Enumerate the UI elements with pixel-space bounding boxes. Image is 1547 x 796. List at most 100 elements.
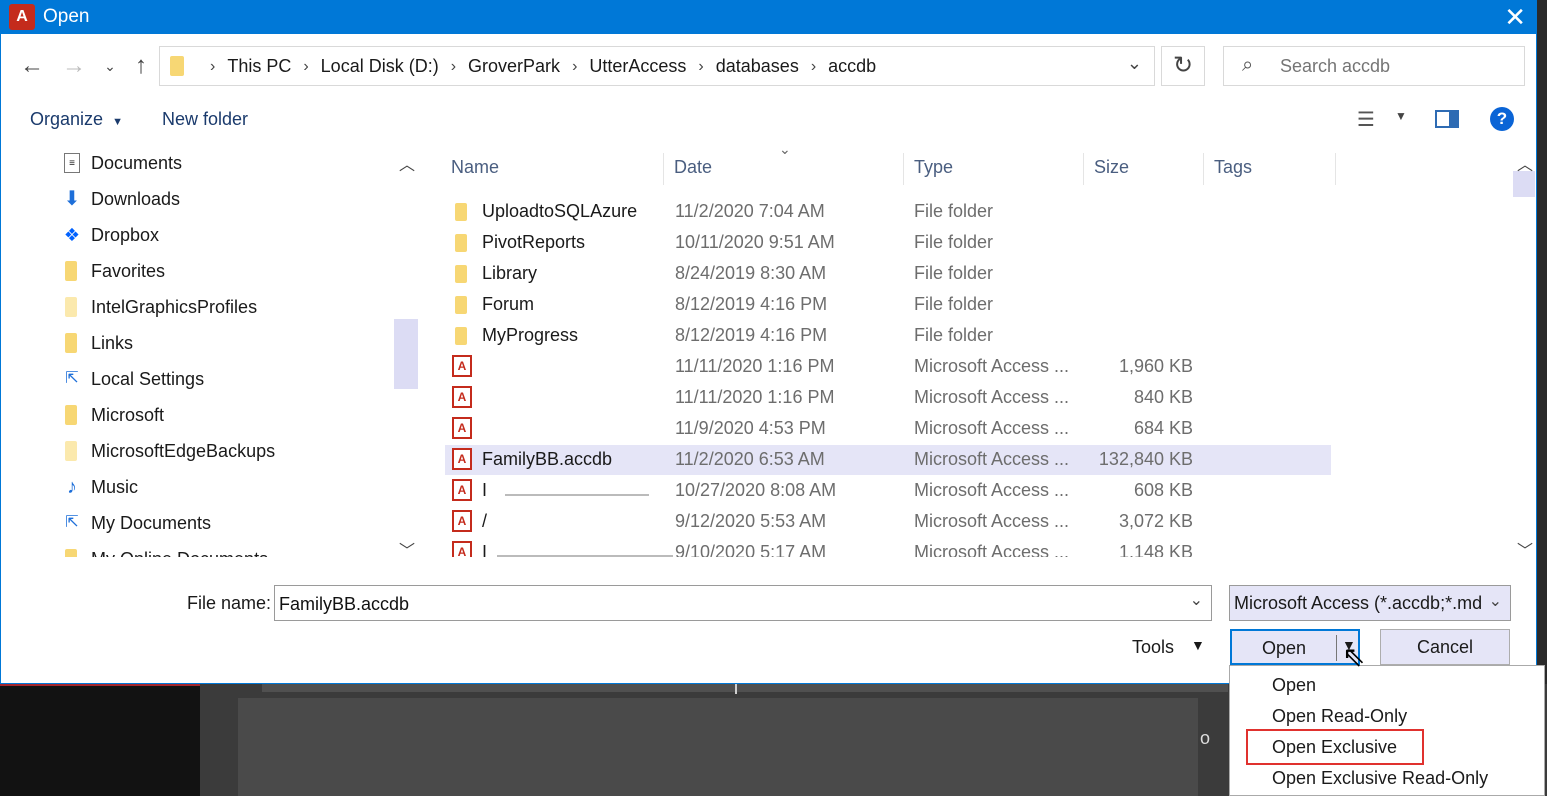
- table-row[interactable]: MyProgress 8/12/2019 4:16 PM File folder: [445, 321, 1331, 351]
- chevron-right-icon[interactable]: ›: [572, 58, 577, 76]
- table-row[interactable]: A 11/11/2020 1:16 PM Microsoft Access ..…: [445, 383, 1331, 413]
- column-header-type[interactable]: Type: [914, 157, 953, 178]
- search-input[interactable]: [1280, 54, 1510, 78]
- close-icon[interactable]: ✕: [1504, 3, 1526, 31]
- cancel-button[interactable]: Cancel: [1380, 629, 1510, 665]
- window-title: Open: [43, 6, 90, 27]
- access-file-icon: A: [452, 448, 472, 470]
- chevron-down-icon[interactable]: ⌄: [1190, 590, 1203, 610]
- file-name-label: File name:: [187, 593, 272, 613]
- chevron-right-icon[interactable]: ›: [303, 58, 308, 76]
- breadcrumb-item[interactable]: Local Disk (D:): [321, 56, 439, 77]
- table-row[interactable]: A / 9/12/2020 5:53 AM Microsoft Access .…: [445, 507, 1331, 537]
- folder-icon: [65, 333, 77, 353]
- breadcrumb-item[interactable]: GroverPark: [468, 56, 560, 77]
- nav-scrollbar-thumb[interactable]: [394, 319, 418, 389]
- nav-item-downloads[interactable]: ⬇ Downloads: [61, 185, 180, 213]
- annotation-highlight-box: [1246, 729, 1424, 765]
- menu-item-open[interactable]: Open: [1272, 675, 1316, 696]
- chevron-right-icon[interactable]: ›: [451, 58, 456, 76]
- column-header-date[interactable]: Date: [674, 157, 712, 178]
- breadcrumb-item[interactable]: This PC: [227, 56, 291, 77]
- column-header-size[interactable]: Size: [1094, 157, 1129, 178]
- chevron-down-icon[interactable]: ﹀: [1517, 537, 1533, 561]
- view-options-icon[interactable]: ☰: [1357, 107, 1375, 132]
- organize-button[interactable]: Organize ▼: [30, 109, 123, 130]
- breadcrumb-item[interactable]: databases: [716, 56, 799, 77]
- refresh-icon[interactable]: ↻: [1161, 46, 1205, 86]
- nav-item-links[interactable]: Links: [61, 329, 133, 357]
- preview-pane-icon[interactable]: [1435, 110, 1459, 128]
- chevron-up-icon[interactable]: ︿: [1517, 151, 1533, 175]
- table-row[interactable]: A I 9/10/2020 5:17 AM Microsoft Access .…: [445, 538, 1331, 557]
- redacted-filename: [505, 494, 649, 496]
- column-header-name[interactable]: Name: [451, 157, 499, 178]
- nav-item-intelgraphicsprofiles[interactable]: IntelGraphicsProfiles: [61, 293, 257, 321]
- breadcrumb-item[interactable]: UtterAccess: [589, 56, 686, 77]
- file-date: 10/11/2020 9:51 AM: [675, 232, 835, 252]
- nav-item-label: Local Settings: [91, 368, 205, 389]
- file-date: 9/10/2020 5:17 AM: [675, 542, 827, 557]
- column-divider[interactable]: [1083, 153, 1084, 185]
- view-dropdown-caret-icon[interactable]: ▼: [1395, 109, 1407, 123]
- table-row[interactable]: A 11/11/2020 1:16 PM Microsoft Access ..…: [445, 352, 1331, 382]
- chevron-right-icon[interactable]: ›: [698, 58, 703, 76]
- table-row[interactable]: A I 10/27/2020 8:08 AM Microsoft Access …: [445, 476, 1331, 506]
- table-row[interactable]: PivotReports 10/11/2020 9:51 AM File fol…: [445, 228, 1331, 258]
- file-type-select[interactable]: Microsoft Access (*.accdb;*.mdb) ⌄: [1229, 585, 1511, 621]
- file-list[interactable]: ⌄ Name Date Type Size Tags UploadtoSQLAz…: [445, 147, 1511, 557]
- recent-locations-chevron-icon[interactable]: ⌄: [95, 51, 125, 81]
- folder-icon: [455, 203, 467, 221]
- chevron-right-icon[interactable]: ›: [811, 58, 816, 76]
- nav-item-microsoft[interactable]: Microsoft: [61, 401, 164, 429]
- address-bar[interactable]: › This PC › Local Disk (D:) › GroverPark…: [159, 46, 1155, 86]
- nav-item-favorites[interactable]: Favorites: [61, 257, 165, 285]
- navigation-pane[interactable]: ≡ Documents ⬇ Downloads ❖ Dropbox Favori…: [41, 147, 419, 557]
- nav-item-microsoftedgebackups[interactable]: MicrosoftEdgeBackups: [61, 437, 275, 465]
- file-date: 11/2/2020 7:04 AM: [675, 201, 825, 221]
- chevron-down-icon[interactable]: ﹀: [399, 537, 415, 561]
- address-history-chevron-icon[interactable]: ⌄: [1127, 53, 1142, 74]
- up-arrow-icon[interactable]: ↑: [126, 51, 156, 81]
- column-divider[interactable]: [663, 153, 664, 185]
- nav-item-music[interactable]: ♪ Music: [61, 473, 138, 501]
- nav-item-label: Favorites: [91, 260, 166, 281]
- folder-icon: [455, 234, 467, 252]
- forward-arrow-icon[interactable]: →: [59, 51, 89, 81]
- file-name-combobox[interactable]: ⌄: [274, 585, 1212, 621]
- column-divider[interactable]: [903, 153, 904, 185]
- column-divider[interactable]: [1335, 153, 1336, 185]
- caret-down-icon[interactable]: ▼: [1191, 637, 1205, 653]
- file-date: 11/9/2020 4:53 PM: [675, 418, 826, 438]
- nav-item-my-online-documents[interactable]: My Online Documents: [61, 545, 268, 557]
- file-size: 1,148 KB: [1118, 542, 1193, 557]
- file-size: 684 KB: [1133, 418, 1193, 438]
- tools-button[interactable]: Tools: [1132, 637, 1174, 658]
- breadcrumb-item[interactable]: accdb: [828, 56, 876, 77]
- search-box[interactable]: ⌕: [1223, 46, 1525, 86]
- chevron-down-icon[interactable]: ⌄: [1489, 591, 1502, 611]
- new-folder-button[interactable]: New folder: [162, 109, 248, 130]
- table-row[interactable]: Library 8/24/2019 8:30 AM File folder: [445, 259, 1331, 289]
- table-row[interactable]: Forum 8/12/2019 4:16 PM File folder: [445, 290, 1331, 320]
- back-arrow-icon[interactable]: ←: [17, 51, 47, 81]
- file-type: Microsoft Access ...: [914, 418, 1070, 438]
- file-type: File folder: [914, 201, 994, 221]
- file-name-input[interactable]: [279, 592, 1159, 616]
- nav-item-documents[interactable]: ≡ Documents: [61, 149, 182, 177]
- table-row[interactable]: A 11/9/2020 4:53 PM Microsoft Access ...…: [445, 414, 1331, 444]
- file-date: 11/11/2020 1:16 PM: [675, 387, 835, 407]
- chevron-up-icon[interactable]: ︿: [399, 151, 415, 175]
- nav-item-local-settings[interactable]: ⇱ Local Settings: [61, 365, 204, 393]
- table-row[interactable]: UploadtoSQLAzure 11/2/2020 7:04 AM File …: [445, 197, 1331, 227]
- open-button-label[interactable]: Open: [1232, 638, 1336, 659]
- column-divider[interactable]: [1203, 153, 1204, 185]
- table-row-selected[interactable]: A FamilyBB.accdb 11/2/2020 6:53 AM Micro…: [445, 445, 1331, 475]
- column-header-tags[interactable]: Tags: [1214, 157, 1252, 178]
- menu-item-open-read-only[interactable]: Open Read-Only: [1272, 706, 1407, 727]
- help-icon[interactable]: ?: [1490, 107, 1514, 131]
- nav-item-my-documents[interactable]: ⇱ My Documents: [61, 509, 211, 537]
- nav-item-dropbox[interactable]: ❖ Dropbox: [61, 221, 159, 249]
- menu-item-open-exclusive-read-only[interactable]: Open Exclusive Read-Only: [1272, 768, 1488, 789]
- open-split-button[interactable]: Open ▼: [1230, 629, 1360, 665]
